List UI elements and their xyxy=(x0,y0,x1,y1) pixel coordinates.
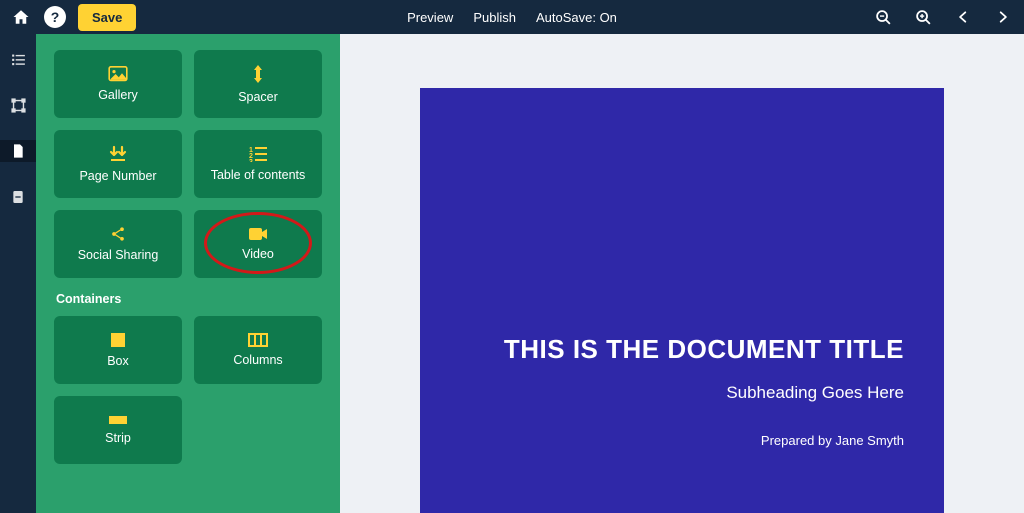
publish-link[interactable]: Publish xyxy=(473,10,516,25)
tile-pagenum[interactable]: Page Number xyxy=(54,130,182,198)
box-icon xyxy=(110,332,126,348)
next-page-icon[interactable] xyxy=(992,6,1014,28)
tile-gallery[interactable]: Gallery xyxy=(54,50,182,118)
topbar-center: Preview Publish AutoSave: On xyxy=(407,10,617,25)
zoom-in-icon[interactable] xyxy=(912,6,934,28)
tile-label: Columns xyxy=(233,353,282,367)
tile-label: Social Sharing xyxy=(78,248,159,262)
tile-label: Video xyxy=(242,247,274,261)
preview-link[interactable]: Preview xyxy=(407,10,453,25)
page-icon[interactable] xyxy=(0,140,36,162)
section-label-containers: Containers xyxy=(56,292,322,306)
image-icon xyxy=(108,66,128,82)
tile-spacer[interactable]: Spacer xyxy=(194,50,322,118)
zoom-out-icon[interactable] xyxy=(872,6,894,28)
svg-text:3: 3 xyxy=(249,159,253,162)
spacer-icon xyxy=(251,64,265,84)
tile-label: Page Number xyxy=(79,169,156,183)
topbar-left: ? Save xyxy=(10,4,136,31)
home-icon[interactable] xyxy=(10,6,32,28)
columns-icon xyxy=(248,333,268,347)
help-icon[interactable]: ? xyxy=(44,6,66,28)
tile-social[interactable]: Social Sharing xyxy=(54,210,182,278)
canvas: THIS IS THE DOCUMENT TITLE Subheading Go… xyxy=(340,34,1024,513)
tile-label: Table of contents xyxy=(211,168,306,182)
frame-icon[interactable] xyxy=(7,94,29,116)
doc-byline[interactable]: Prepared by Jane Smyth xyxy=(761,433,904,448)
tile-label: Strip xyxy=(105,431,131,445)
tile-label: Box xyxy=(107,354,129,368)
tile-toc[interactable]: 123 Table of contents xyxy=(194,130,322,198)
strip-icon xyxy=(108,415,128,425)
doc-title[interactable]: THIS IS THE DOCUMENT TITLE xyxy=(504,334,904,365)
tile-box[interactable]: Box xyxy=(54,316,182,384)
prev-page-icon[interactable] xyxy=(952,6,974,28)
elements-panel: Gallery Spacer Page Number 123 Table of cont… xyxy=(36,34,340,513)
pagenum-icon xyxy=(109,145,127,163)
tile-label: Gallery xyxy=(98,88,138,102)
document-page[interactable]: THIS IS THE DOCUMENT TITLE Subheading Go… xyxy=(420,88,944,513)
main: Gallery Spacer Page Number 123 Table of cont… xyxy=(0,34,1024,513)
tile-label: Spacer xyxy=(238,90,278,104)
save-button[interactable]: Save xyxy=(78,4,136,31)
tile-columns[interactable]: Columns xyxy=(194,316,322,384)
toc-icon: 123 xyxy=(249,146,267,162)
tile-video[interactable]: Video xyxy=(194,210,322,278)
book-icon[interactable] xyxy=(7,186,29,208)
video-icon xyxy=(248,227,268,241)
leftbar xyxy=(0,34,36,513)
highlight-circle xyxy=(204,212,312,274)
autosave-status[interactable]: AutoSave: On xyxy=(536,10,617,25)
tile-strip[interactable]: Strip xyxy=(54,396,182,464)
topbar-right xyxy=(872,6,1014,28)
share-icon xyxy=(110,226,126,242)
topbar: ? Save Preview Publish AutoSave: On xyxy=(0,0,1024,34)
doc-subheading[interactable]: Subheading Goes Here xyxy=(726,383,904,403)
list-icon[interactable] xyxy=(7,48,29,70)
